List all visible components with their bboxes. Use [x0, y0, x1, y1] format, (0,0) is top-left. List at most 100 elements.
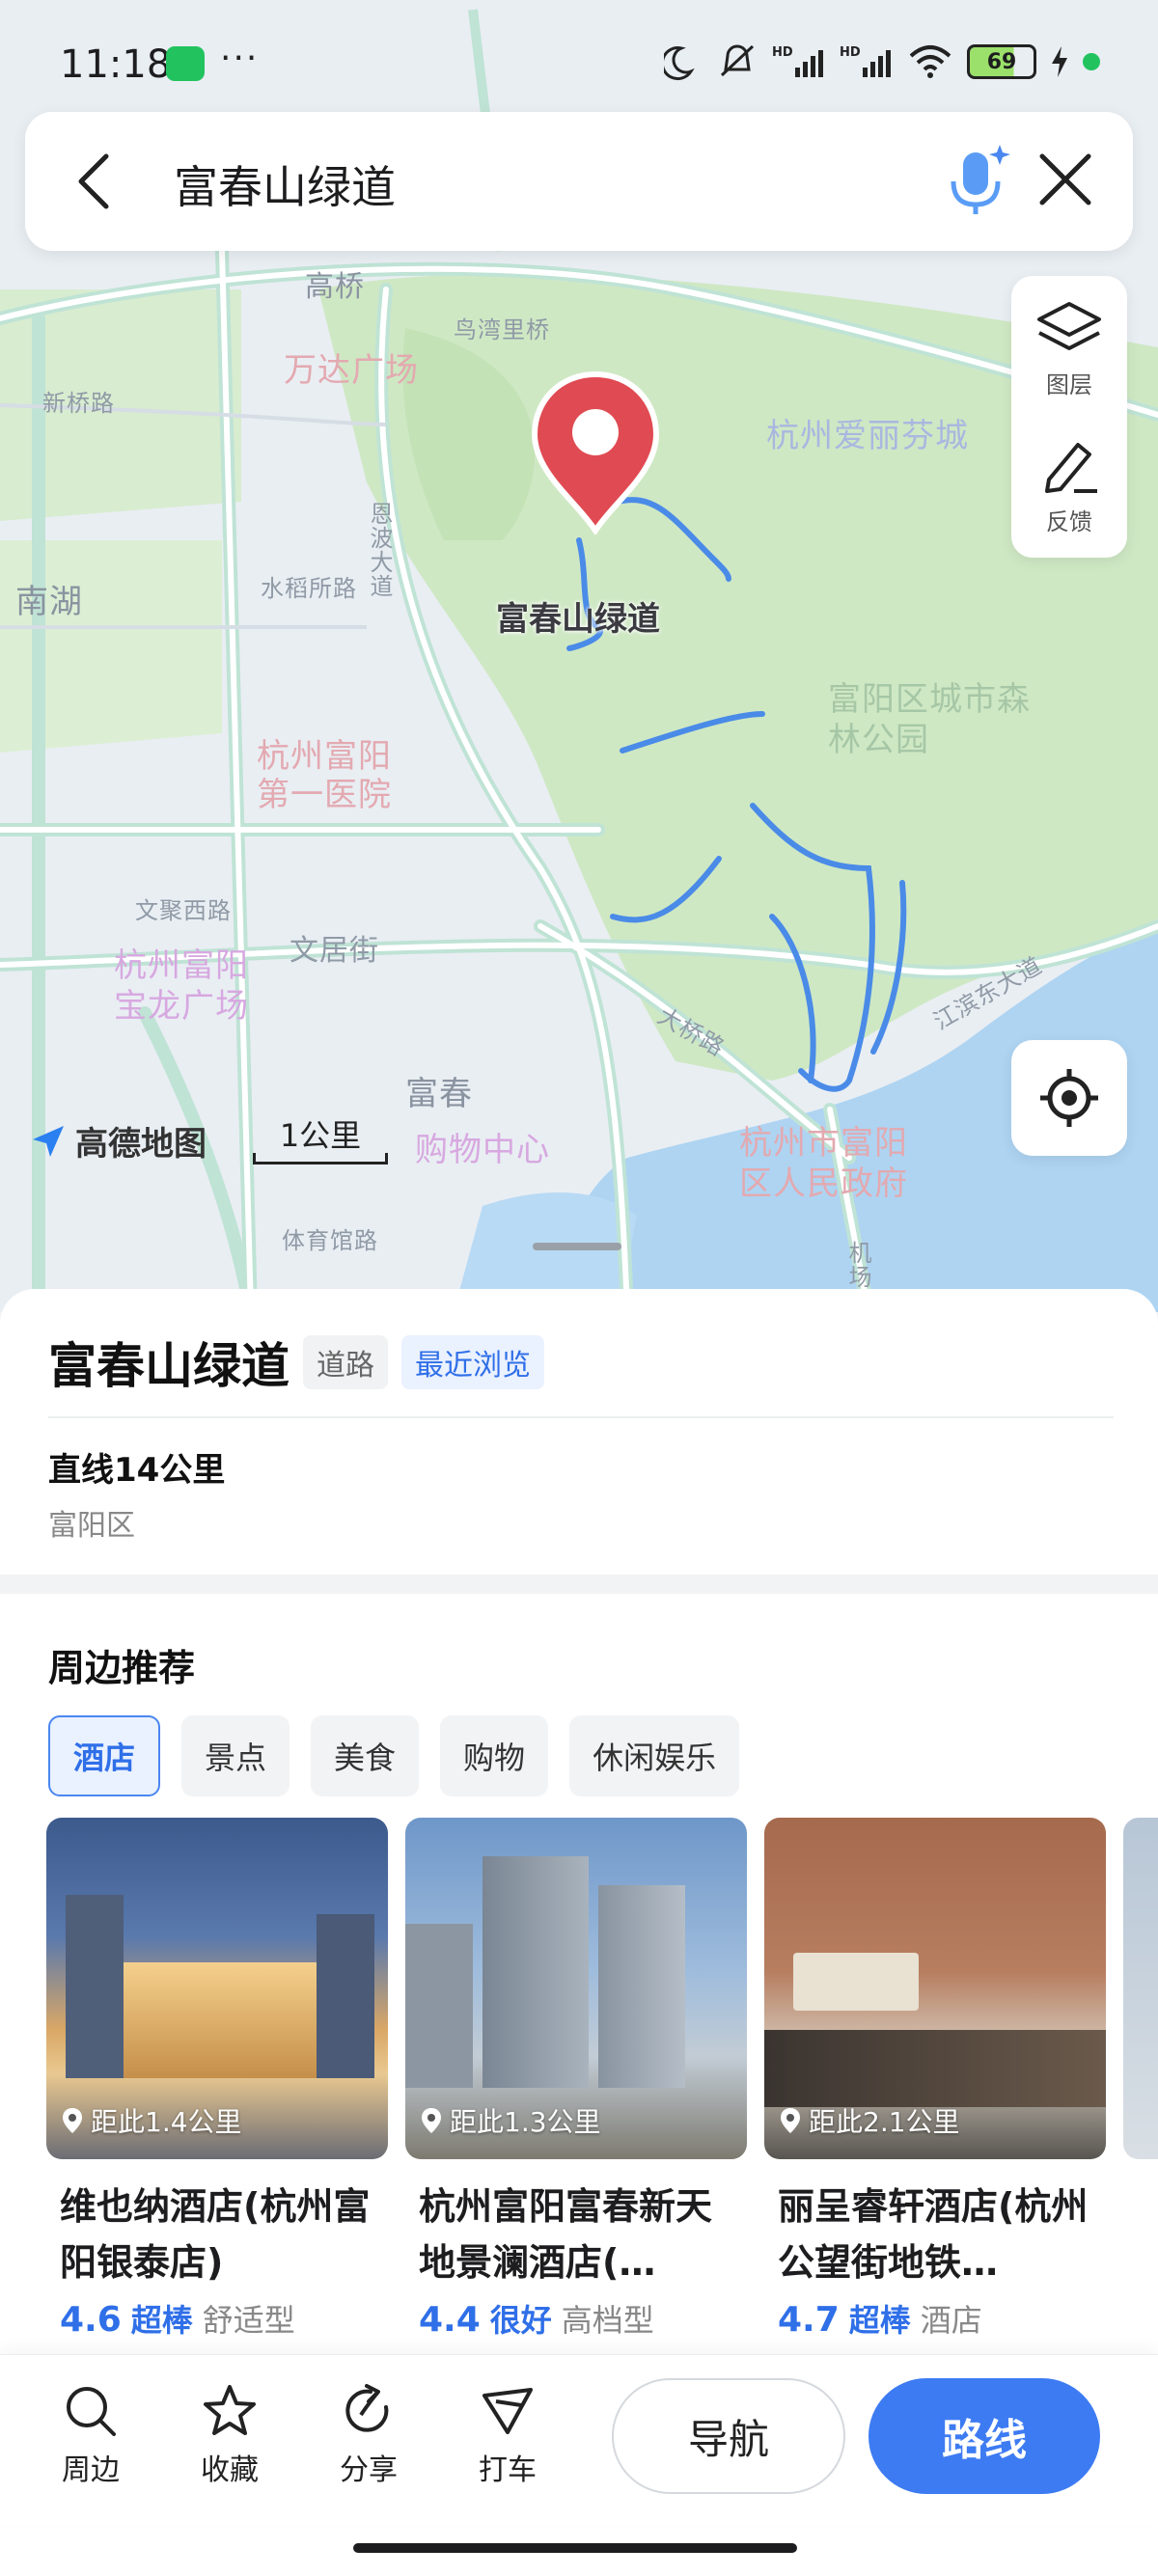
svg-text:HD: HD	[772, 45, 793, 60]
voice-search-button[interactable]	[936, 139, 1017, 220]
signal-hd-icon-2: HD	[840, 45, 891, 77]
map-label-niaowanlilu: 鸟湾里桥	[454, 316, 550, 343]
wechat-icon	[166, 46, 205, 81]
chip-attractions[interactable]: 景点	[181, 1715, 290, 1796]
favorite-button[interactable]: 收藏	[181, 2382, 278, 2488]
place-title: 富春山绿道	[48, 1338, 290, 1394]
map-label-gouwu[interactable]: 购物中心	[415, 1123, 550, 1170]
divider	[48, 1416, 1114, 1418]
hotel-rating: 4.6 超棒 舒适型	[46, 2296, 388, 2341]
amap-arrow-icon	[33, 1125, 64, 1157]
map-label-shuiguanlu: 水稻所路	[261, 575, 357, 602]
close-button[interactable]	[1025, 139, 1106, 220]
charging-icon	[1052, 46, 1067, 77]
locate-crosshair-icon	[1040, 1069, 1098, 1127]
hotel-rating: 4.4 很好 高档型	[405, 2296, 747, 2341]
place-distance: 直线14公里	[48, 1451, 226, 1490]
locate-me-button[interactable]	[1011, 1040, 1127, 1156]
map-side-controls: 图层 反馈	[1011, 276, 1127, 558]
feedback-label: 反馈	[1046, 507, 1092, 535]
moon-icon	[664, 46, 695, 81]
hotel-score: 4.6	[60, 2300, 122, 2340]
hotel-distance: 距此1.4公里	[62, 2101, 242, 2140]
edit-feedback-icon	[1045, 442, 1097, 493]
status-time: 11:18	[60, 42, 172, 87]
hotel-type: 舒适型	[202, 2302, 295, 2339]
close-icon	[1039, 153, 1091, 206]
category-chips: 酒店 景点 美食 购物 休闲娱乐	[48, 1715, 740, 1796]
location-marker-icon	[781, 2108, 800, 2133]
map-label-gov[interactable]: 杭州市富阳区人民政府	[739, 1123, 913, 1204]
back-button[interactable]	[54, 141, 135, 222]
hotel-score: 4.7	[778, 2300, 840, 2340]
search-icon	[67, 2387, 116, 2436]
hotel-photo: 距此2.1公里	[764, 1818, 1106, 2159]
hotel-type: 酒店	[920, 2302, 982, 2339]
map-label-wenjuxi: 文聚西路	[135, 897, 232, 924]
hotel-card-partial[interactable]	[1123, 1818, 1158, 2358]
map-label-wanda[interactable]: 万达广场	[284, 343, 419, 391]
hotel-level: 很好	[489, 2302, 552, 2339]
hotel-cards: 距此1.4公里 维也纳酒店(杭州富阳银泰店) 4.6 超棒 舒适型 距此1.3公…	[46, 1818, 1158, 2358]
map-scale: 1公里	[253, 1111, 388, 1165]
map-label-fuchun: 富春	[405, 1075, 473, 1113]
hotel-card[interactable]: 距此1.3公里 杭州富阳富春新天地景澜酒店(… 4.4 很好 高档型	[405, 1818, 747, 2358]
hotel-name: 维也纳酒店(杭州富阳银泰店)	[60, 2185, 371, 2284]
search-bar: 富春山绿道	[25, 112, 1133, 251]
chip-hotel[interactable]: 酒店	[48, 1715, 161, 1796]
map-label-jichang: 机场	[844, 1241, 871, 1289]
star-icon	[204, 2385, 256, 2435]
hotel-score: 4.4	[419, 2300, 481, 2340]
signal-hd-icon-1: HD	[772, 45, 823, 77]
section-separator	[0, 1575, 1158, 1594]
around-button[interactable]: 周边	[42, 2382, 139, 2488]
map-label-gaoqiao: 高桥	[305, 270, 365, 304]
more-notifications-icon: ···	[220, 39, 260, 78]
navigate-button[interactable]: 导航	[612, 2378, 845, 2494]
logo-text: 高德地图	[75, 1125, 207, 1164]
layers-icon	[1037, 301, 1101, 350]
hotel-level: 超棒	[848, 2302, 911, 2339]
hotel-name: 丽呈睿轩酒店(杭州公望街地铁…	[778, 2185, 1089, 2284]
hotel-photo	[1123, 1818, 1158, 2159]
bottom-toolbar: 周边 收藏 分享 打车 导航 路线	[0, 2354, 1158, 2524]
map-label-nanhu: 南湖	[15, 583, 83, 621]
hotel-photo: 距此1.3公里	[405, 1818, 747, 2159]
map-view[interactable]: 高桥 万达广场 鸟湾里桥 杭州爱丽芬城 新桥路 水稻所路 恩波大道 杭州富阳第一…	[0, 0, 1158, 1312]
share-icon	[345, 2384, 389, 2432]
route-button[interactable]: 路线	[868, 2378, 1100, 2494]
map-label-baolong[interactable]: 杭州富阳宝龙广场	[114, 945, 278, 1027]
home-indicator[interactable]	[353, 2543, 797, 2553]
search-query[interactable]: 富春山绿道	[174, 152, 396, 216]
chip-food[interactable]: 美食	[311, 1715, 420, 1796]
battery-icon: 69	[967, 44, 1036, 79]
location-pin-icon[interactable]	[529, 370, 662, 534]
map-label-tiyuguan: 体育馆路	[282, 1227, 378, 1254]
layers-button[interactable]: 图层	[1011, 282, 1127, 417]
taxi-icon	[482, 2388, 533, 2434]
microphone-icon	[951, 145, 1010, 214]
taxi-button[interactable]: 打车	[459, 2382, 556, 2488]
map-label-park[interactable]: 富阳区城市森林公园	[828, 679, 1031, 760]
hotel-rating: 4.7 超棒 酒店	[764, 2296, 1106, 2341]
place-district: 富阳区	[48, 1509, 135, 1543]
feedback-button[interactable]: 反馈	[1011, 419, 1127, 554]
map-label-hospital[interactable]: 杭州富阳第一医院	[257, 737, 411, 814]
amap-logo: 高德地图	[29, 1117, 207, 1165]
hotel-level: 超棒	[130, 2302, 193, 2339]
hotel-distance: 距此1.3公里	[421, 2101, 601, 2140]
pin-label: 富春山绿道	[496, 600, 660, 639]
chip-entertainment[interactable]: 休闲娱乐	[569, 1715, 740, 1796]
hotel-type: 高档型	[561, 2302, 654, 2339]
wifi-icon	[909, 45, 951, 78]
map-label-aili[interactable]: 杭州爱丽芬城	[766, 409, 969, 456]
share-button[interactable]: 分享	[320, 2382, 417, 2488]
map-label-enbo: 恩波大道	[366, 502, 393, 598]
hotel-card[interactable]: 距此1.4公里 维也纳酒店(杭州富阳银泰店) 4.6 超棒 舒适型	[46, 1818, 388, 2358]
hotel-card[interactable]: 距此2.1公里 丽呈睿轩酒店(杭州公望街地铁… 4.7 超棒 酒店	[764, 1818, 1106, 2358]
location-marker-icon	[63, 2108, 82, 2133]
sheet-drag-handle[interactable]	[533, 1243, 621, 1250]
nearby-title: 周边推荐	[48, 1647, 196, 1689]
chip-shopping[interactable]: 购物	[440, 1715, 549, 1796]
place-detail-sheet: 富春山绿道 道路 最近浏览 直线14公里 富阳区 周边推荐 酒店 景点 美食 购…	[0, 1289, 1158, 2576]
